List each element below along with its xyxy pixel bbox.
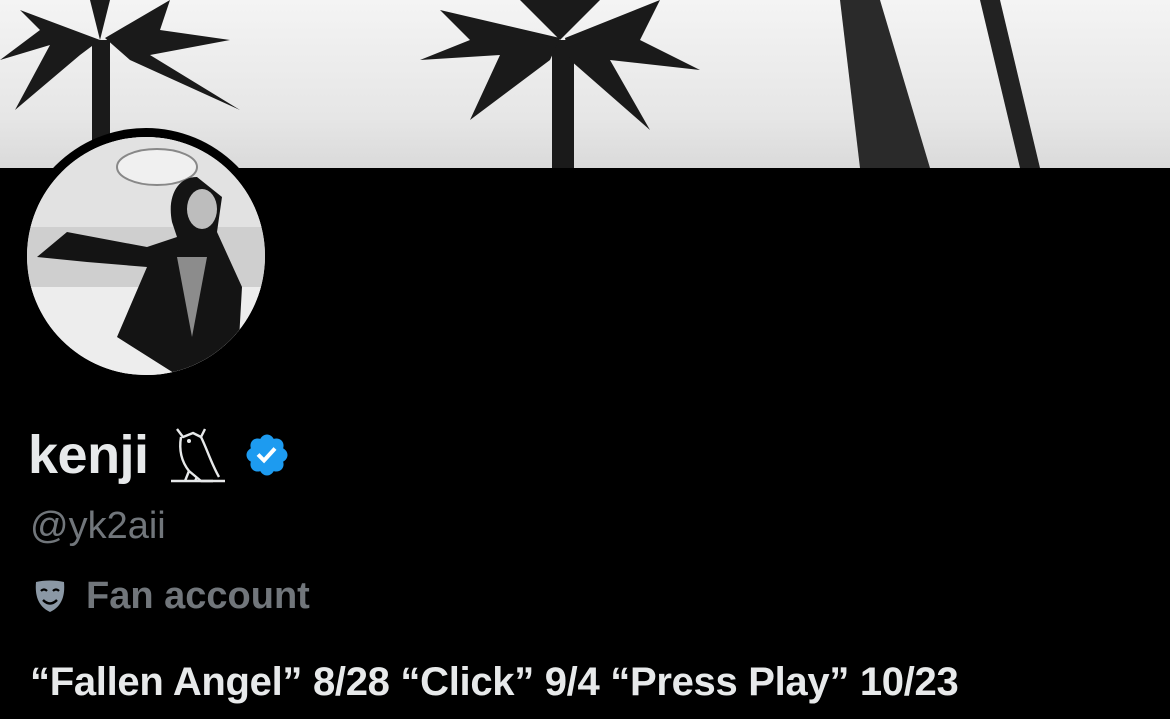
profile-bio: “Fallen Angel” 8/28 “Click” 9/4 “Press P… [30, 660, 959, 704]
name-row: kenji [28, 418, 291, 492]
avatar-photo [27, 137, 265, 375]
handle: @yk2aii [30, 505, 166, 547]
owl-icon [163, 423, 229, 487]
profile-category: Fan account [30, 572, 310, 620]
theater-mask-icon [30, 576, 70, 616]
avatar[interactable] [27, 137, 265, 375]
verified-badge-icon[interactable] [243, 431, 291, 479]
category-label: Fan account [86, 574, 310, 617]
display-name: kenji [28, 425, 149, 485]
